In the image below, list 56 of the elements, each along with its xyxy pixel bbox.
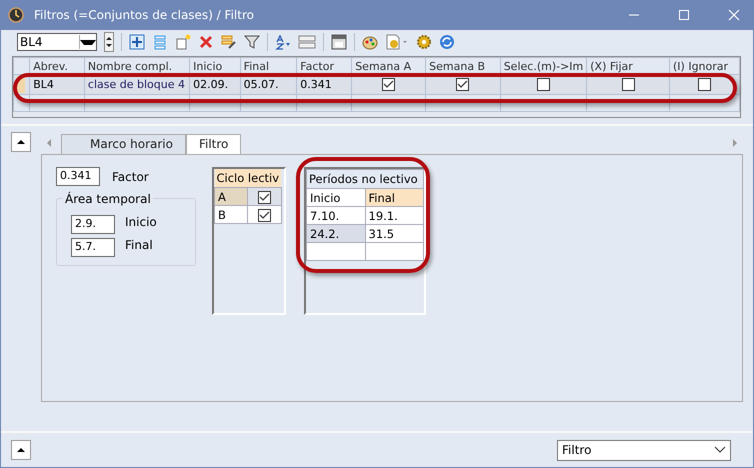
delete-icon[interactable] (198, 34, 214, 50)
chevron-icon[interactable] (714, 446, 726, 454)
column-header[interactable]: Inicio (190, 58, 240, 74)
clock-icon (8, 7, 24, 23)
field-label: Final (125, 238, 153, 252)
close-icon[interactable] (728, 9, 740, 21)
checkbox[interactable] (536, 78, 550, 92)
column-header[interactable]: Inicio (306, 188, 365, 206)
table-cell: 31.5 (365, 224, 424, 242)
factor-field[interactable]: 0.341 (56, 167, 100, 186)
column-header[interactable]: (I) Ignorar (670, 58, 740, 74)
collapse-button[interactable] (11, 440, 31, 460)
column-header[interactable]: Final (365, 188, 424, 206)
column-header[interactable]: (X) Fijar (586, 58, 670, 74)
column-header[interactable]: Abrev. (30, 58, 84, 74)
table-cell: 24.2. (306, 224, 365, 242)
tab[interactable]: Filtro (186, 134, 242, 154)
maximize-icon[interactable] (678, 9, 690, 21)
edit-list-icon[interactable] (221, 34, 237, 50)
table-cell: 7.10. (306, 206, 365, 224)
refresh-icon[interactable] (439, 34, 455, 50)
column-header[interactable]: Selec.(m)->Im (500, 58, 587, 74)
checkbox[interactable] (456, 78, 470, 92)
field-label: Inicio (125, 215, 157, 229)
column-header[interactable]: Final (240, 58, 297, 74)
table-cell: 19.1. (365, 206, 424, 224)
view-select[interactable]: Filtro (557, 440, 731, 460)
spinner-icon[interactable] (104, 32, 114, 52)
checkbox[interactable] (622, 78, 635, 92)
window-title: Filtros (=Conjuntos de clases) / Filtro (34, 8, 254, 22)
date-field[interactable]: 2.9. (71, 215, 115, 234)
gear-icon[interactable] (416, 34, 432, 50)
table-header: Ciclo lectiv (214, 169, 282, 188)
checkbox[interactable] (382, 78, 396, 92)
table-cell[interactable]: B (214, 206, 248, 224)
column-header[interactable]: Nombre compl. (84, 58, 190, 74)
group-title: Área temporal (63, 192, 153, 206)
new-icon[interactable] (175, 34, 191, 50)
element-select[interactable]: BL4 (17, 33, 97, 51)
date-field[interactable]: 5.7. (71, 238, 115, 257)
collapse-button[interactable] (11, 132, 31, 152)
sort-icon[interactable] (275, 34, 291, 50)
checkbox[interactable] (258, 208, 271, 222)
palette-icon[interactable] (362, 34, 378, 50)
checkbox[interactable] (698, 78, 711, 92)
table-icon[interactable] (298, 34, 316, 50)
grid-icon[interactable] (129, 34, 145, 50)
tab[interactable]: Marco horario (61, 134, 186, 154)
column-header[interactable]: Factor (296, 58, 352, 74)
table-cell[interactable]: A (214, 188, 248, 206)
column-header[interactable]: Semana B (426, 58, 500, 74)
filter-icon[interactable] (244, 34, 260, 50)
column-header[interactable]: Semana A (352, 58, 426, 74)
table-header: Períodos no lectivo (306, 170, 424, 188)
checkbox[interactable] (258, 190, 271, 204)
field-label: Factor (112, 170, 149, 184)
